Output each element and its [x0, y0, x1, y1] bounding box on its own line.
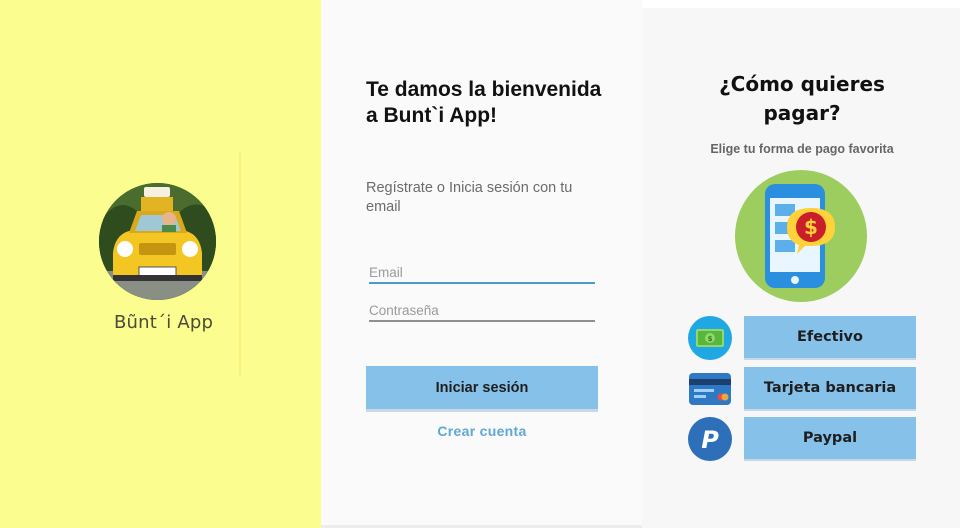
svg-text:P: P [701, 426, 719, 454]
payment-subtitle: Elige tu forma de pago favorita [710, 142, 894, 156]
email-field[interactable] [369, 262, 595, 284]
login-screen: Te damos la bienvenida a Bunt`i App! Reg… [321, 0, 642, 528]
credit-card-icon [688, 367, 732, 411]
welcome-title: Te damos la bienvenida a Bunt`i App! [366, 78, 602, 127]
create-account-link[interactable]: Crear cuenta [366, 423, 598, 439]
cash-button[interactable]: Efectivo [744, 316, 916, 360]
paypal-button[interactable]: Paypal [744, 417, 916, 461]
svg-text:$: $ [708, 335, 713, 343]
payment-top-bar [642, 0, 960, 8]
password-field[interactable] [369, 300, 595, 322]
payment-option-card: Tarjeta bancaria [688, 367, 916, 411]
phone-dollar-icon: $ [735, 170, 867, 302]
login-button[interactable]: Iniciar sesión [366, 366, 598, 412]
paypal-icon: P [688, 417, 732, 461]
payment-option-paypal: P Paypal [688, 417, 916, 461]
welcome-subtitle: Regístrate o Inicia sesión con tu email [366, 180, 573, 215]
payment-title: ¿Cómo quieres pagar? [719, 72, 885, 125]
app-name: Bũnt´i App [114, 312, 214, 333]
payment-screen: ¿Cómo quieres pagar? Elige tu forma de p… [642, 0, 960, 528]
cash-icon: $ [688, 316, 732, 360]
payment-option-cash: $ Efectivo [688, 316, 916, 360]
splash-screen: Bũnt´i App [0, 0, 321, 528]
svg-text:$: $ [804, 215, 818, 239]
taxi-logo-icon [99, 183, 216, 300]
credit-card-button[interactable]: Tarjeta bancaria [744, 367, 916, 411]
splash-divider [239, 152, 241, 377]
